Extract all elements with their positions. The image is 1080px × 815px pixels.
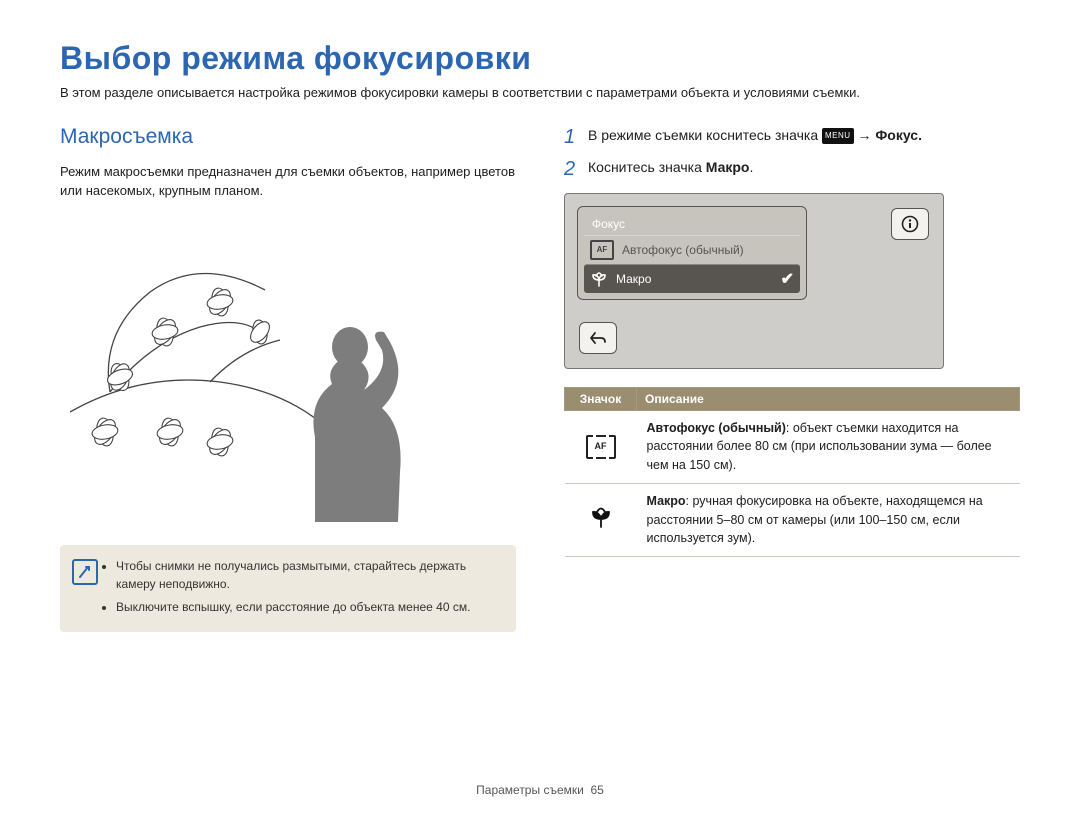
- macro-heading: Макросъемка: [60, 125, 516, 149]
- lcd-row-autofocus[interactable]: AF Автофокус (обычный): [584, 235, 800, 264]
- lcd-focus-title: Фокус: [584, 213, 800, 235]
- page-footer: Параметры съемки 65: [0, 783, 1080, 797]
- note-icon: [72, 559, 98, 585]
- info-button[interactable]: [891, 208, 929, 240]
- note-item: Чтобы снимки не получались размытыми, ст…: [116, 557, 502, 594]
- page-title: Выбор режима фокусировки: [60, 40, 1020, 77]
- macro-body: Режим макросъемки предназначен для съемк…: [60, 162, 516, 201]
- step-number: 1: [564, 125, 588, 149]
- lcd-row-label: Макро: [616, 272, 651, 286]
- step-2-text: Коснитесь значка Макро.: [588, 157, 1020, 178]
- note-box: Чтобы снимки не получались размытыми, ст…: [60, 545, 516, 633]
- step-1-text: В режиме съемки коснитесь значка MENU → …: [588, 125, 1020, 146]
- back-button[interactable]: [579, 322, 617, 354]
- th-description: Описание: [637, 387, 1020, 410]
- row-description: Автофокус (обычный): объект съемки наход…: [637, 410, 1020, 483]
- camera-lcd-preview: Фокус AF Автофокус (обычный) Макро ✔: [564, 193, 944, 369]
- menu-icon: MENU: [822, 128, 854, 144]
- note-item: Выключите вспышку, если расстояние до об…: [116, 598, 502, 617]
- table-row: Макро: ручная фокусировка на объекте, на…: [565, 483, 1020, 556]
- step-number: 2: [564, 157, 588, 181]
- th-icon: Значок: [565, 387, 637, 410]
- lcd-row-label: Автофокус (обычный): [622, 243, 744, 257]
- macro-icon: [590, 271, 608, 287]
- check-icon: ✔: [781, 269, 794, 289]
- lcd-row-macro[interactable]: Макро ✔: [584, 264, 800, 293]
- autofocus-icon: AF: [590, 240, 614, 260]
- macro-illustration: [70, 232, 450, 522]
- table-row: AF Автофокус (обычный): объект съемки на…: [565, 410, 1020, 483]
- autofocus-icon: AF: [586, 435, 616, 459]
- focus-modes-table: Значок Описание AF Автофокус (обычный): …: [564, 387, 1020, 558]
- intro-text: В этом разделе описывается настройка реж…: [60, 83, 1020, 103]
- row-description: Макро: ручная фокусировка на объекте, на…: [637, 483, 1020, 556]
- macro-icon: [589, 506, 613, 528]
